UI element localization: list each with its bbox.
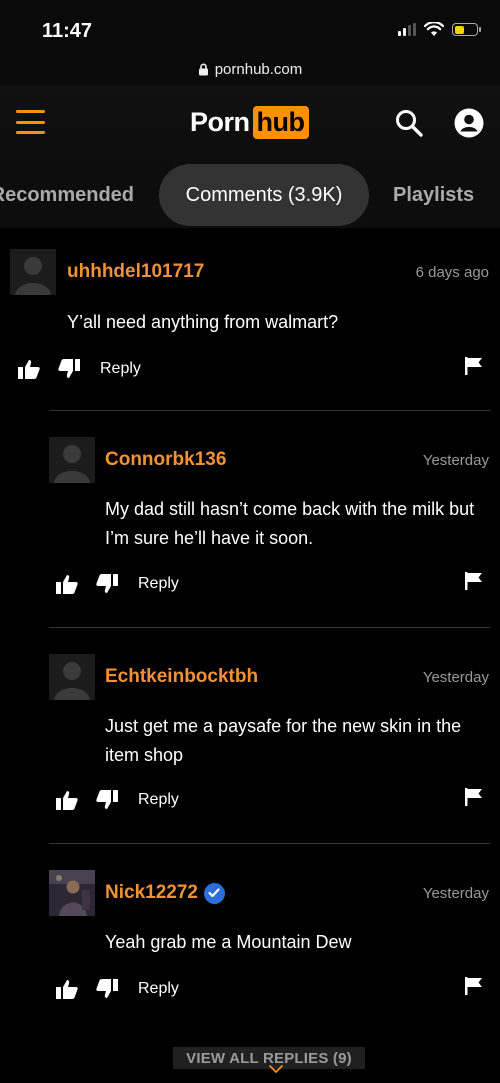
thumbs-up-icon[interactable]: [18, 359, 40, 379]
status-bar: 11:47: [0, 0, 500, 52]
reply-button[interactable]: Reply: [138, 791, 179, 809]
avatar[interactable]: [49, 437, 95, 483]
reply-button[interactable]: Reply: [100, 360, 141, 378]
site-logo[interactable]: Porn hub: [190, 106, 309, 139]
comment-timestamp: Yesterday: [422, 669, 489, 686]
logo-text-left: Porn: [190, 107, 250, 137]
comment-text: Just get me a paysafe for the new skin i…: [105, 716, 462, 765]
url-bar[interactable]: pornhub.com: [0, 52, 500, 86]
lock-icon: [198, 63, 208, 75]
comment-timestamp: Yesterday: [422, 885, 489, 902]
avatar[interactable]: [49, 654, 95, 700]
logo-text-right: hub: [252, 106, 309, 139]
account-icon[interactable]: [454, 108, 484, 138]
status-icons: [398, 22, 481, 37]
comment-text: Y’all need anything from walmart?: [67, 312, 339, 332]
avatar[interactable]: [10, 249, 56, 295]
thumbs-up-icon[interactable]: [56, 574, 78, 594]
reply-button[interactable]: Reply: [138, 980, 179, 998]
tab-comments[interactable]: Comments (3.9K): [159, 164, 369, 226]
reply-item: Echtkeinbocktbh Yesterday Just get me a …: [49, 654, 490, 824]
username-text: Nick12272: [105, 882, 198, 903]
thumbs-down-icon[interactable]: [96, 790, 118, 810]
comment-timestamp: 6 days ago: [415, 264, 489, 281]
comment-item: uhhhdel101717 6 days ago Y’all need anyt…: [10, 249, 490, 394]
comment-username[interactable]: Echtkeinbocktbh: [105, 666, 258, 688]
comment-username[interactable]: Nick12272: [105, 882, 225, 904]
tab-playlists[interactable]: Playlists: [393, 164, 474, 226]
signal-icon: [398, 23, 416, 36]
comment-username[interactable]: uhhhdel101717: [67, 261, 204, 283]
comment-text: Yeah grab me a Mountain Dew: [105, 932, 352, 952]
verified-badge-icon: [203, 882, 225, 904]
divider: [49, 843, 490, 844]
menu-icon[interactable]: [16, 110, 45, 134]
flag-icon[interactable]: [465, 357, 483, 375]
thumbs-up-icon[interactable]: [56, 790, 78, 810]
battery-icon: [452, 23, 481, 36]
tab-recommended[interactable]: Recommended: [0, 164, 134, 226]
chevron-down-icon[interactable]: [268, 1064, 284, 1074]
status-time: 11:47: [42, 20, 93, 42]
flag-icon[interactable]: [465, 788, 483, 806]
thumbs-down-icon[interactable]: [96, 574, 118, 594]
divider: [49, 627, 490, 628]
wifi-icon: [424, 22, 444, 36]
avatar[interactable]: [49, 870, 95, 916]
flag-icon[interactable]: [465, 572, 483, 590]
reply-button[interactable]: Reply: [138, 575, 179, 593]
site-header: Porn hub: [0, 86, 500, 164]
flag-icon[interactable]: [465, 977, 483, 995]
thumbs-down-icon[interactable]: [58, 359, 80, 379]
tab-bar: Recommended Comments (3.9K) Playlists: [0, 164, 500, 228]
thumbs-up-icon[interactable]: [56, 979, 78, 999]
comment-username[interactable]: Connorbk136: [105, 449, 226, 471]
reply-item: Nick12272 Yesterday Yeah grab me a Mount…: [49, 870, 490, 1010]
url-text: pornhub.com: [214, 60, 303, 78]
reply-item: Connorbk136 Yesterday My dad still hasn’…: [49, 437, 490, 607]
comment-text: My dad still hasn’t come back with the m…: [105, 499, 475, 548]
divider: [49, 410, 490, 411]
search-icon[interactable]: [394, 108, 424, 138]
comment-timestamp: Yesterday: [422, 452, 489, 469]
thumbs-down-icon[interactable]: [96, 979, 118, 999]
